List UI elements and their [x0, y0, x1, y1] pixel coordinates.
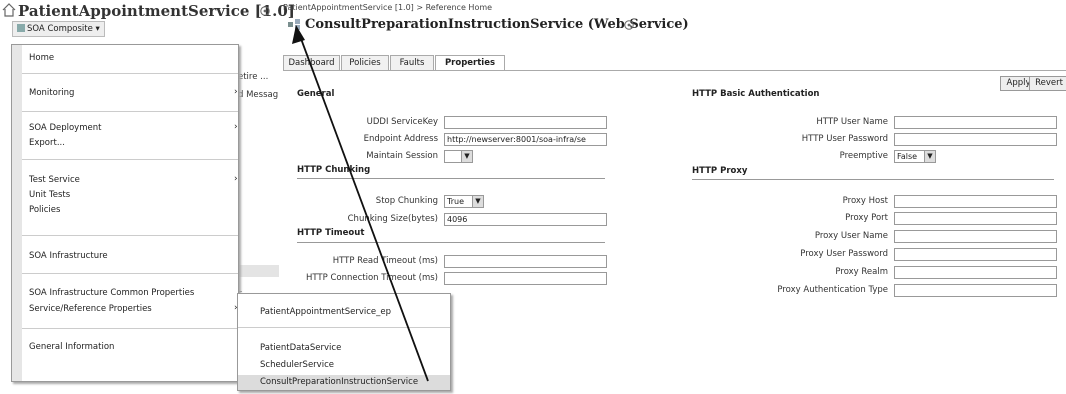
annotation-arrow	[292, 25, 429, 382]
